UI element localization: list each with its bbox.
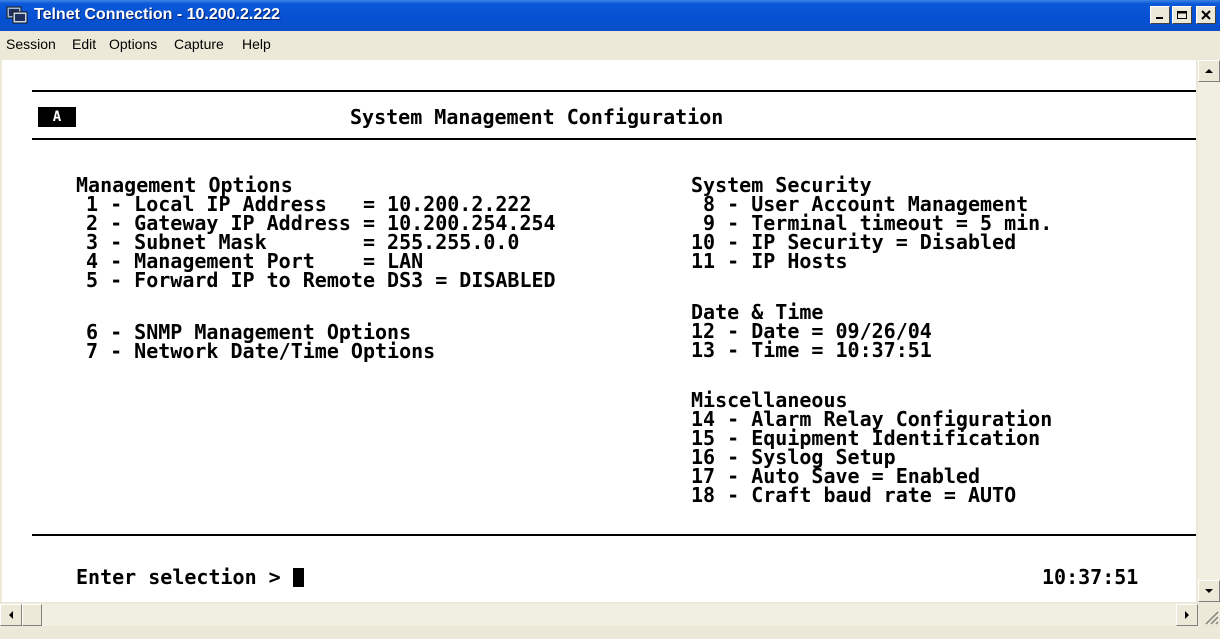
- maximize-icon: [1177, 11, 1187, 19]
- menu-capture[interactable]: Capture: [174, 36, 224, 52]
- scroll-left-button[interactable]: [0, 604, 22, 626]
- menu-option-13: 13 - Time = 10:37:51: [691, 338, 932, 362]
- footer-border: [32, 534, 1196, 536]
- session-tag: A: [38, 107, 76, 127]
- prompt-label: Enter selection >: [76, 565, 293, 589]
- menu-option-18: 18 - Craft baud rate = AUTO: [691, 483, 1017, 507]
- menu-option-11: 11 - IP Hosts: [691, 249, 848, 273]
- menu-edit[interactable]: Edit: [72, 36, 96, 52]
- scroll-down-button[interactable]: [1198, 580, 1220, 602]
- horizontal-scrollbar[interactable]: [0, 604, 1198, 626]
- window-bottom-edge: [0, 626, 1220, 639]
- menu-options[interactable]: Options: [109, 36, 157, 52]
- scroll-right-button[interactable]: [1176, 604, 1198, 626]
- arrow-up-icon: [1205, 69, 1213, 73]
- minimize-button[interactable]: [1150, 6, 1170, 24]
- vertical-scrollbar[interactable]: [1198, 60, 1220, 602]
- arrow-down-icon: [1205, 589, 1213, 593]
- close-icon: [1201, 10, 1211, 20]
- menu-session[interactable]: Session: [6, 36, 56, 52]
- arrow-right-icon: [1185, 611, 1189, 619]
- arrow-left-icon: [9, 611, 13, 619]
- window-title: Telnet Connection - 10.200.2.222: [34, 6, 281, 23]
- scroll-up-button[interactable]: [1198, 60, 1220, 82]
- resize-grip-icon[interactable]: [1198, 604, 1220, 626]
- terminal-area[interactable]: A System Management Configuration Manage…: [2, 60, 1196, 602]
- text-cursor: [292, 568, 304, 587]
- title-bar[interactable]: Telnet Connection - 10.200.2.222: [0, 0, 1220, 31]
- horizontal-scroll-thumb[interactable]: [22, 604, 42, 626]
- header-bottom-border: [32, 138, 1196, 140]
- menu-help[interactable]: Help: [242, 36, 271, 52]
- header-top-border: [32, 90, 1196, 92]
- screen-title: System Management Configuration: [350, 105, 724, 129]
- maximize-button[interactable]: [1172, 6, 1192, 24]
- telnet-app-icon[interactable]: [6, 5, 28, 25]
- close-button[interactable]: [1196, 6, 1216, 24]
- menu-option-7: 7 - Network Date/Time Options: [86, 339, 436, 363]
- menu-bar: Session Edit Options Capture Help: [0, 31, 1220, 57]
- status-clock: 10:37:51: [1042, 565, 1139, 589]
- command-prompt[interactable]: Enter selection >: [76, 567, 304, 587]
- menu-option-5: 5 - Forward IP to Remote DS3 = DISABLED: [86, 268, 556, 292]
- minimize-icon: [1156, 17, 1163, 19]
